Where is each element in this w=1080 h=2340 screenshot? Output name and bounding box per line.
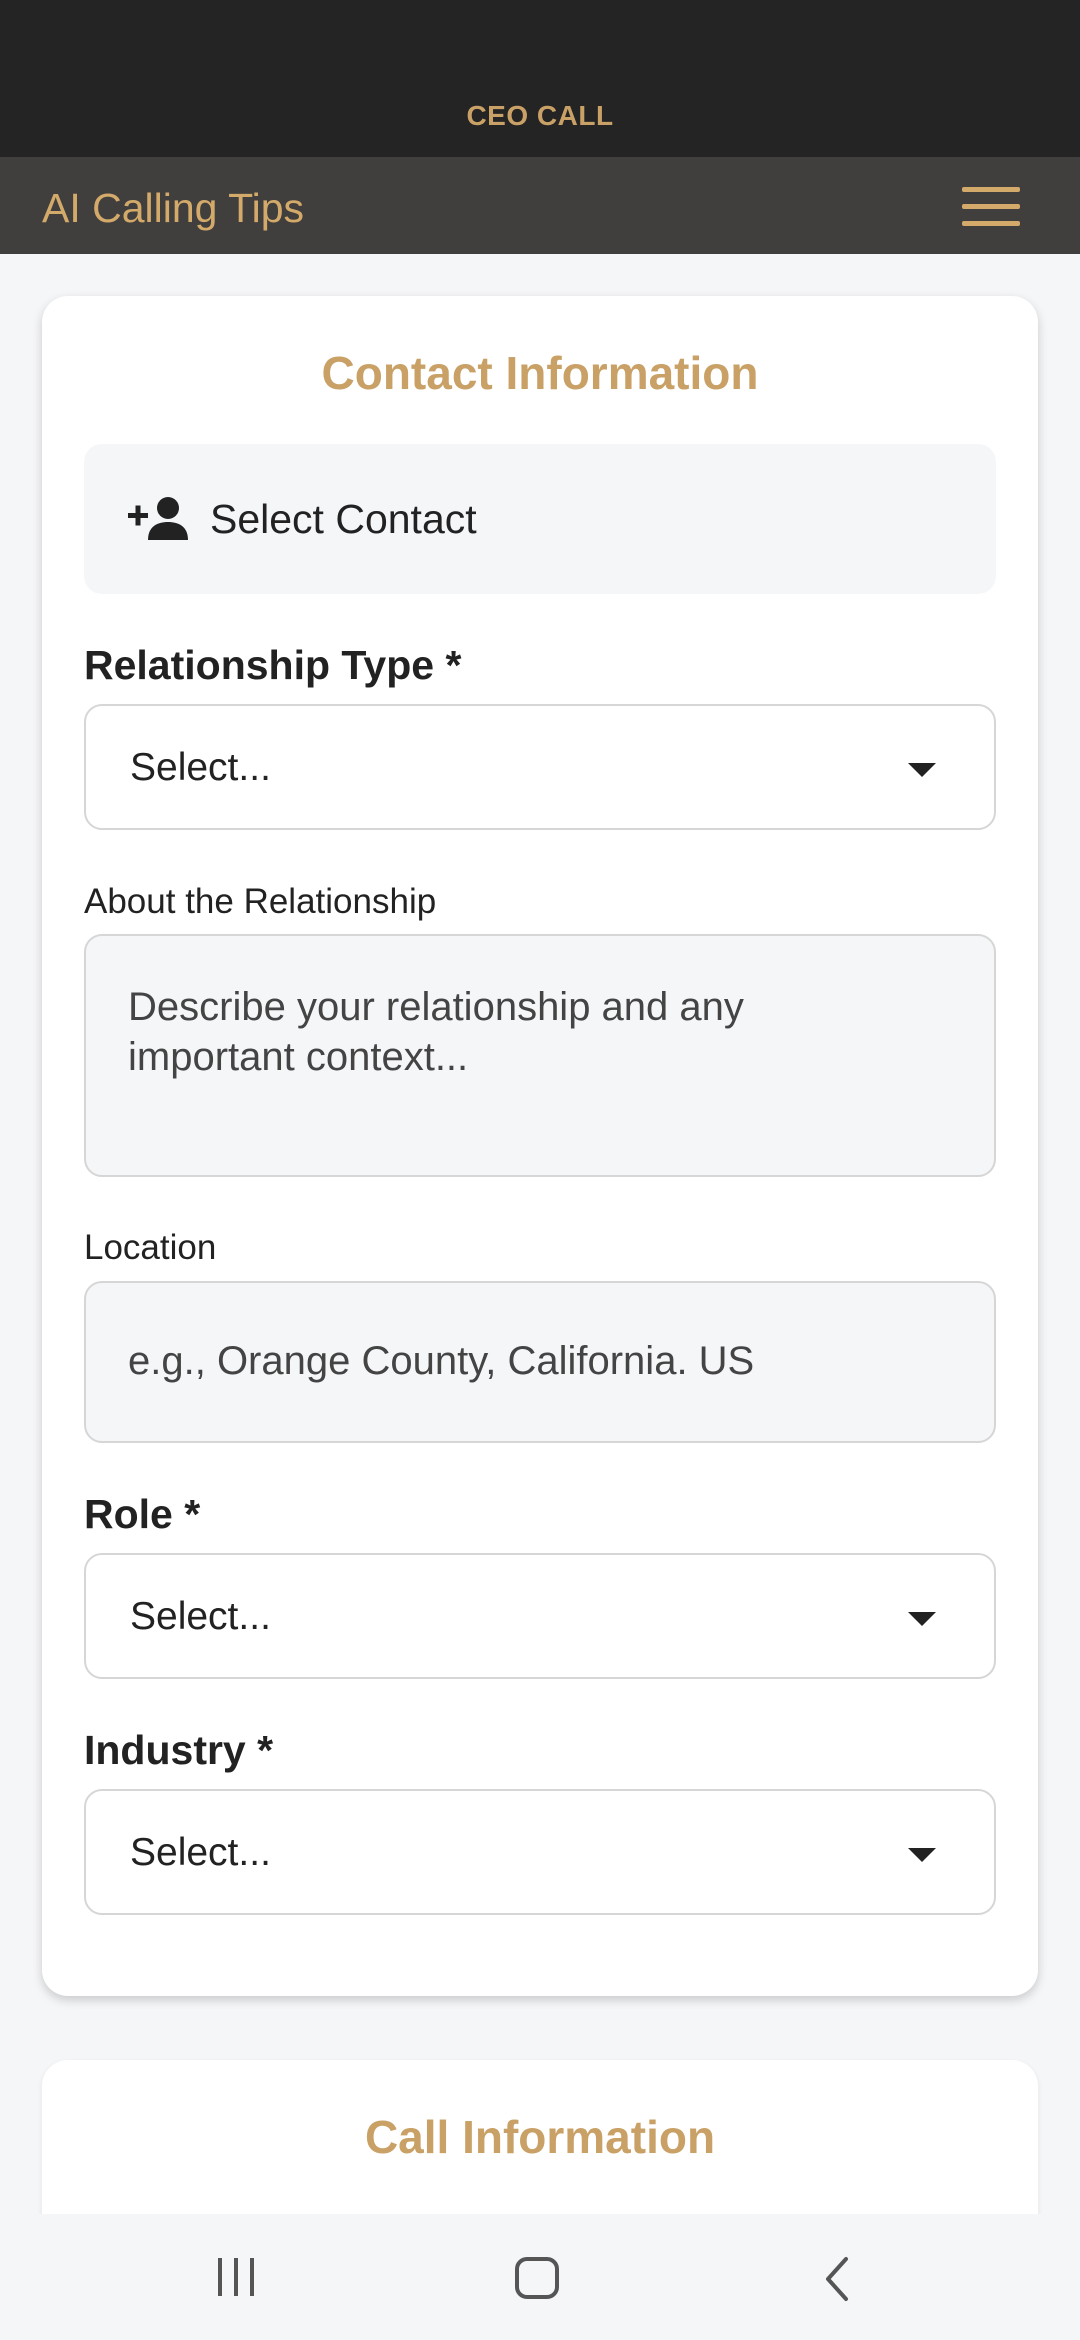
back-icon[interactable] <box>822 2256 852 2302</box>
system-navigation-bar <box>0 2214 1080 2340</box>
call-information-title: Call Information <box>364 2111 716 2163</box>
industry-label: Industry * <box>84 1727 274 1773</box>
role-label: Role * <box>84 1491 201 1537</box>
location-label: Location <box>84 1228 217 1267</box>
about-relationship-placeholder: Describe your relationship and any impor… <box>128 985 744 1079</box>
select-contact-button[interactable]: Select Contact <box>84 444 996 594</box>
recents-icon[interactable] <box>214 2256 258 2298</box>
relationship-type-label: Relationship Type * <box>84 642 462 688</box>
relationship-type-value: Select... <box>130 746 271 789</box>
chevron-down-icon <box>908 763 936 777</box>
app-header-title: CEO CALL <box>466 100 614 131</box>
app-bar-title: AI Calling Tips <box>42 185 305 231</box>
about-relationship-input[interactable]: Describe your relationship and any impor… <box>84 934 996 1177</box>
location-input[interactable]: e.g., Orange County, California. US <box>84 1281 996 1443</box>
status-bar: CEO CALL <box>0 0 1080 157</box>
industry-select[interactable]: Select... <box>84 1789 996 1915</box>
role-value: Select... <box>130 1595 271 1638</box>
person-add-icon <box>128 497 188 540</box>
select-contact-label: Select Contact <box>210 496 477 542</box>
hamburger-menu-icon[interactable] <box>962 187 1020 227</box>
contact-information-title: Contact Information <box>321 347 759 399</box>
relationship-type-select[interactable]: Select... <box>84 704 996 830</box>
role-select[interactable]: Select... <box>84 1553 996 1679</box>
home-icon[interactable] <box>514 2256 560 2300</box>
location-placeholder: e.g., Orange County, California. US <box>128 1339 755 1383</box>
industry-value: Select... <box>130 1831 271 1874</box>
chevron-down-icon <box>908 1848 936 1862</box>
app-bar: AI Calling Tips <box>0 157 1080 254</box>
about-relationship-label: About the Relationship <box>84 882 437 921</box>
chevron-down-icon <box>908 1612 936 1626</box>
